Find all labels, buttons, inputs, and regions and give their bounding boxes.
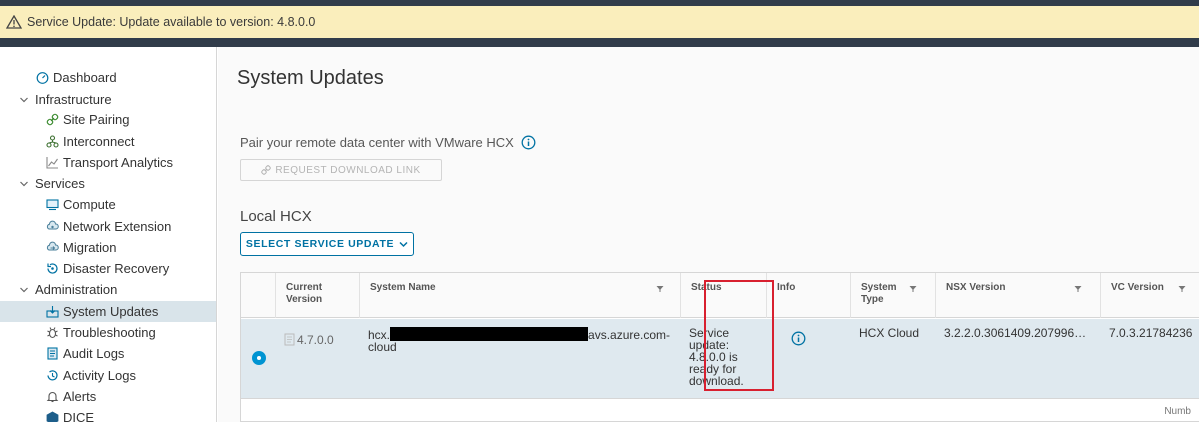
filter-icon[interactable] [656,285,664,293]
chevron-down-icon [20,181,28,186]
sidebar-group-services[interactable]: Services [19,173,85,194]
dashboard-icon [36,72,49,84]
chart-icon [46,157,58,169]
dice-icon [46,411,59,422]
cloud-network-icon [46,220,59,230]
cell-info [766,319,850,399]
sidebar-item-troubleshooting[interactable]: Troubleshooting [46,322,156,343]
sidebar-item-migration[interactable]: Migration [46,237,116,258]
sidebar: Dashboard Infrastructure Site Pairing In… [0,47,217,422]
chevron-down-icon [399,241,408,247]
update-icon [46,306,59,318]
column-info[interactable]: Info [766,273,850,318]
info-icon[interactable] [521,135,536,150]
header-bar [0,38,1199,47]
chevron-down-icon [20,287,28,292]
monitor-icon [46,199,59,211]
history-icon [47,370,58,381]
cell-system-name: hcx. avs.azure.com- cloud [368,327,671,354]
bell-icon [46,391,59,403]
local-hcx-title: Local HCX [240,208,312,225]
link-icon [261,165,272,175]
sidebar-item-site-pairing[interactable]: Site Pairing [46,109,129,130]
link-icon [46,113,59,126]
column-vc-version[interactable]: VC Version [1100,273,1199,318]
bug-icon [47,327,58,339]
page-title: System Updates [237,67,384,89]
row-select-radio[interactable] [252,351,266,365]
filter-icon[interactable] [909,285,917,293]
sidebar-group-administration[interactable]: Administration [19,279,117,300]
column-status[interactable]: Status [680,273,766,318]
document-icon [284,333,295,346]
sidebar-item-dice[interactable]: DICE [46,407,94,422]
info-icon[interactable] [791,331,806,346]
cell-nsx-version: 3.2.2.0.3061409.207996… [944,326,1087,340]
sidebar-item-alerts[interactable]: Alerts [46,386,96,407]
request-download-link-button[interactable]: REQUEST DOWNLOAD LINK [240,159,442,181]
filter-icon[interactable] [1074,285,1082,293]
system-updates-grid: Current Version System Name Status Info … [240,272,1199,422]
column-nsx-version[interactable]: NSX Version [935,273,1100,318]
chevron-down-icon [20,97,28,102]
select-service-update-button[interactable]: SELECT SERVICE UPDATE [240,232,414,256]
cell-status: Service update: 4.8.0.0 is ready for dow… [689,326,744,388]
document-icon [47,347,58,360]
sidebar-item-system-updates[interactable]: System Updates [0,301,216,322]
cell-system-type: HCX Cloud [859,326,920,340]
table-row[interactable]: 4.7.0.0 hcx. avs.azure.com- cloud Service… [241,319,1199,399]
pair-remote-text: Pair your remote data center with VMware… [240,135,536,150]
banner-text: Service Update: Update available to vers… [27,15,316,29]
network-icon [46,135,59,148]
column-system-name[interactable]: System Name [359,273,680,318]
filter-icon[interactable] [1178,285,1186,293]
column-system-type[interactable]: System Type [850,273,935,318]
sidebar-item-activity-logs[interactable]: Activity Logs [46,365,136,386]
sidebar-item-transport-analytics[interactable]: Transport Analytics [46,152,173,173]
grid-footer: Numb [1164,406,1191,417]
cell-current-version: 4.7.0.0 [275,319,359,399]
sidebar-item-network-extension[interactable]: Network Extension [46,216,171,237]
column-current-version[interactable]: Current Version [275,273,359,318]
sidebar-item-interconnect[interactable]: Interconnect [46,131,135,152]
grid-header: Current Version System Name Status Info … [241,273,1199,318]
sidebar-group-infrastructure[interactable]: Infrastructure [19,89,112,110]
sidebar-item-disaster-recovery[interactable]: Disaster Recovery [46,258,169,279]
cloud-migration-icon [46,241,59,251]
redacted-block [390,327,589,341]
main-content: System Updates Pair your remote data cen… [218,47,1199,422]
sidebar-item-dashboard[interactable]: Dashboard [36,67,117,88]
warning-icon [6,15,22,29]
cell-vc-version: 7.0.3.21784236 [1109,326,1193,340]
recovery-icon [47,263,58,274]
sidebar-item-compute[interactable]: Compute [46,194,116,215]
sidebar-item-audit-logs[interactable]: Audit Logs [46,343,124,364]
service-update-banner: Service Update: Update available to vers… [0,6,1199,38]
